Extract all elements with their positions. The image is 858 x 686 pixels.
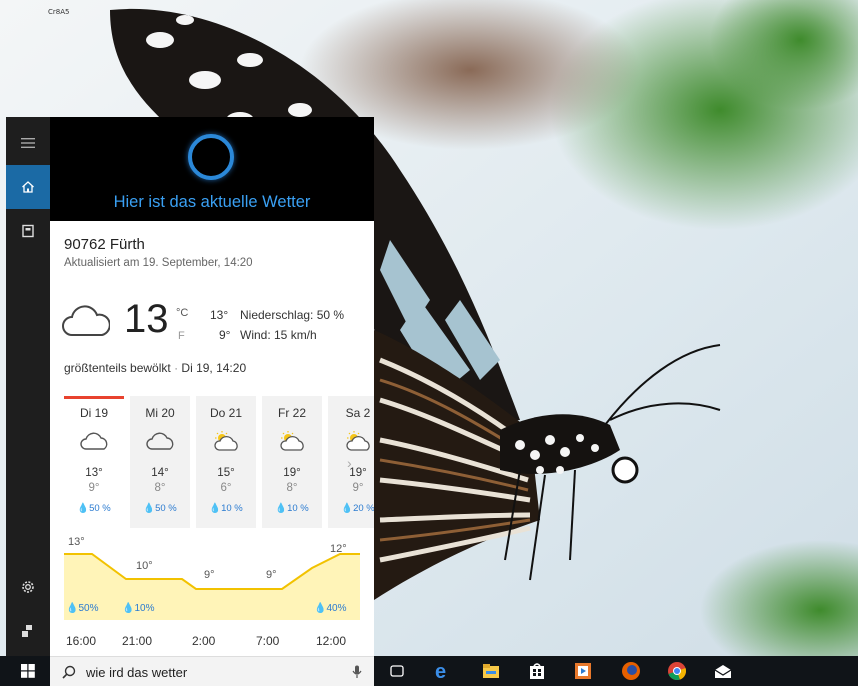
svg-text:e: e bbox=[435, 661, 446, 681]
cloud-icon bbox=[146, 432, 174, 450]
cortana-header: Hier ist das aktuelle Wetter bbox=[50, 117, 374, 221]
day-precip: 💧50 % bbox=[143, 503, 177, 514]
today-low: 9° bbox=[219, 328, 231, 342]
desktop-tiny-label: Cr8A5 bbox=[48, 8, 70, 16]
unit-celsius[interactable]: °C bbox=[176, 307, 188, 319]
cloud-icon bbox=[80, 432, 108, 450]
precipitation: Niederschlag: 50 % bbox=[240, 308, 345, 322]
start-button[interactable] bbox=[6, 656, 50, 686]
hourly-temp: 13° bbox=[68, 536, 85, 548]
hourly-temperature-graph bbox=[64, 553, 360, 620]
weather-updated: Aktualisiert am 19. September, 14:20 bbox=[64, 257, 253, 269]
day-low: 9° bbox=[352, 482, 364, 494]
day-high: 15° bbox=[217, 467, 235, 479]
mail-icon[interactable] bbox=[712, 660, 734, 682]
microphone-icon[interactable] bbox=[352, 665, 362, 679]
feedback-icon[interactable] bbox=[6, 609, 50, 653]
hourly-precip: 💧40% bbox=[314, 603, 347, 614]
day-precip: 💧50 % bbox=[77, 503, 111, 514]
hourly-temp: 12° bbox=[330, 543, 347, 555]
media-player-icon[interactable] bbox=[572, 660, 594, 682]
day-name: Sa 2 bbox=[345, 406, 371, 420]
search-box[interactable]: wie ird das wetter bbox=[50, 656, 374, 686]
forecast-day[interactable]: Do 21 15° 6° 💧10 % bbox=[196, 396, 256, 528]
forecast-day[interactable]: Di 19 13° 9° 💧50 % bbox=[64, 396, 124, 528]
hourly-temp: 10° bbox=[136, 560, 153, 572]
search-icon bbox=[62, 665, 76, 679]
notebook-icon[interactable] bbox=[6, 209, 50, 253]
hourly-time: 21:00 bbox=[122, 634, 153, 648]
file-explorer-icon[interactable] bbox=[480, 660, 502, 682]
condition-time: Di 19, 14:20 bbox=[181, 361, 247, 375]
wind-speed: Wind: 15 km/h bbox=[240, 328, 317, 342]
hourly-temp: 9° bbox=[204, 569, 215, 581]
cortana-heading: Hier ist das aktuelle Wetter bbox=[113, 193, 311, 211]
cortana-pane: Hier ist das aktuelle Wetter 90762 Fürth… bbox=[50, 117, 374, 656]
day-low: 8° bbox=[154, 482, 166, 494]
task-view-icon[interactable] bbox=[386, 660, 408, 682]
hourly-temp: 9° bbox=[266, 569, 277, 581]
day-precip: 💧10 % bbox=[209, 503, 243, 514]
hourly-precip: 💧10% bbox=[122, 603, 155, 614]
hourly-time: 2:00 bbox=[192, 634, 216, 648]
day-high: 19° bbox=[283, 467, 301, 479]
forecast-day[interactable]: Mi 20 14° 8° 💧50 % bbox=[130, 396, 190, 528]
chevron-right-icon[interactable]: › bbox=[347, 455, 352, 471]
cortana-panel: Hier ist das aktuelle Wetter 90762 Fürth… bbox=[6, 117, 374, 686]
day-precip: 💧20 % bbox=[341, 503, 374, 514]
hourly-forecast: 13° 10° 9° 9° 12° 💧50% 💧10% 💧40% 16:00 2… bbox=[64, 534, 360, 648]
day-name: Fr 22 bbox=[277, 406, 306, 420]
day-low: 6° bbox=[220, 482, 232, 494]
store-icon[interactable] bbox=[526, 660, 548, 682]
day-precip: 💧10 % bbox=[275, 503, 309, 514]
forecast-day[interactable]: Fr 22 19° 8° 💧10 % bbox=[262, 396, 322, 528]
partly-sunny-icon bbox=[214, 431, 238, 451]
settings-icon[interactable] bbox=[6, 565, 50, 609]
cloud-icon bbox=[62, 305, 110, 336]
home-icon[interactable] bbox=[6, 165, 50, 209]
search-input[interactable]: wie ird das wetter bbox=[86, 665, 187, 680]
current-temperature: 13 bbox=[124, 297, 169, 341]
partly-sunny-icon bbox=[346, 431, 370, 451]
day-name: Mi 20 bbox=[145, 406, 175, 420]
windows-icon bbox=[21, 664, 35, 678]
condition-text: größtenteils bewölkt bbox=[64, 361, 171, 375]
today-high: 13° bbox=[210, 308, 229, 322]
hourly-precip: 💧50% bbox=[66, 603, 99, 614]
hamburger-icon[interactable] bbox=[6, 121, 50, 165]
cortana-ring-icon bbox=[188, 134, 234, 180]
condition-separator: · bbox=[174, 361, 179, 375]
daily-forecast: Di 19 13° 9° 💧50 % Mi 20 14° 8° 💧50 % Do… bbox=[64, 396, 374, 528]
hourly-time: 16:00 bbox=[66, 634, 97, 648]
firefox-icon[interactable] bbox=[620, 660, 642, 682]
cortana-nav-rail bbox=[6, 117, 50, 656]
day-low: 8° bbox=[286, 482, 298, 494]
day-name: Di 19 bbox=[79, 406, 108, 420]
day-high: 14° bbox=[151, 467, 169, 479]
unit-fahrenheit[interactable]: F bbox=[178, 330, 185, 342]
hourly-time: 12:00 bbox=[316, 634, 347, 648]
partly-sunny-icon bbox=[280, 431, 304, 451]
hourly-time: 7:00 bbox=[256, 634, 280, 648]
chrome-icon[interactable] bbox=[666, 660, 688, 682]
weather-condition: größtenteils bewölkt · Di 19, 14:20 bbox=[64, 361, 246, 375]
day-high: 13° bbox=[85, 467, 103, 479]
edge-icon[interactable]: e bbox=[432, 660, 454, 682]
day-low: 9° bbox=[88, 482, 100, 494]
day-name: Do 21 bbox=[209, 406, 243, 420]
weather-location[interactable]: 90762 Fürth bbox=[64, 236, 145, 253]
